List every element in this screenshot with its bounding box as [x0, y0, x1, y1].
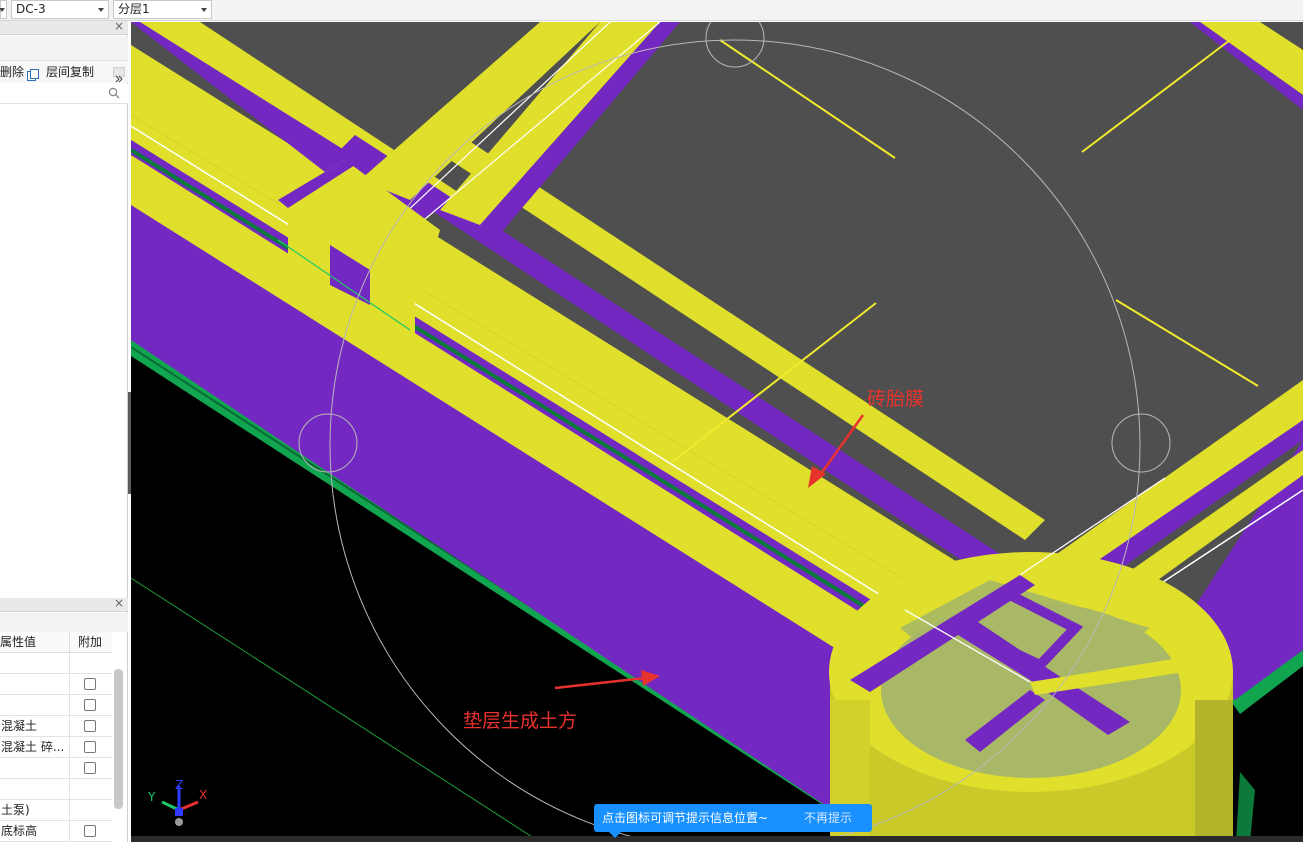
left-panel: × 删除 层间复制 × 属性值 附加 混凝土 混凝土 碎... 土泵) 底标高: [0, 19, 128, 842]
axis-x-label: X: [199, 788, 208, 802]
axis-z-label: Z: [175, 778, 184, 792]
column-divider: [69, 632, 70, 653]
component-list: [0, 105, 126, 595]
property-table-header: 属性值 附加: [0, 632, 112, 653]
layer-combo-value: 分层1: [118, 2, 150, 16]
table-row[interactable]: 土泵): [0, 800, 112, 821]
column-header-extra: 附加: [78, 635, 103, 649]
component-combo-value: DC-3: [16, 2, 46, 16]
3d-viewport[interactable]: Y Z X: [131, 22, 1303, 842]
extra-cell: [69, 737, 112, 757]
panel-tab-strip: [0, 36, 128, 61]
property-panel-strip: [0, 613, 128, 632]
component-panel-header: ×: [0, 19, 128, 35]
property-value: 混凝土 碎...: [1, 740, 65, 754]
property-value: [0, 695, 68, 715]
table-row[interactable]: [0, 758, 112, 779]
extra-cell: [69, 695, 112, 715]
layer-combo[interactable]: 分层1: [113, 0, 212, 19]
extra-checkbox[interactable]: [84, 762, 96, 774]
hint-message[interactable]: 点击图标可调节提示信息位置~: [602, 804, 768, 832]
combo-partial[interactable]: [0, 0, 7, 19]
table-row[interactable]: [0, 695, 112, 716]
property-value: 混凝土: [1, 719, 38, 733]
extra-cell: [69, 758, 112, 778]
scene-svg: [131, 22, 1303, 842]
top-toolbar: DC-3 分层1: [0, 0, 1303, 21]
extra-cell: [69, 821, 112, 841]
table-row[interactable]: [0, 674, 112, 695]
property-value: 底标高: [1, 824, 38, 838]
extra-checkbox[interactable]: [84, 720, 96, 732]
column-header-value: 属性值: [0, 635, 37, 649]
close-icon[interactable]: ×: [114, 596, 124, 610]
property-scrollbar[interactable]: [114, 669, 123, 809]
extra-checkbox[interactable]: [84, 825, 96, 837]
dismiss-hint-button[interactable]: 不再提示: [804, 804, 852, 832]
property-table: 混凝土 混凝土 碎... 土泵) 底标高: [0, 653, 112, 842]
table-row[interactable]: [0, 779, 112, 800]
property-value: [0, 674, 68, 694]
extra-cell: [69, 674, 112, 694]
search-icon[interactable]: [108, 87, 120, 102]
property-panel-header: ×: [0, 596, 128, 612]
extra-checkbox[interactable]: [84, 678, 96, 690]
property-value: 土泵): [1, 803, 30, 817]
annotation-brick-formwork: 砖胎膜: [867, 388, 925, 410]
extra-checkbox[interactable]: [84, 699, 96, 711]
chevron-down-icon: [201, 8, 207, 12]
layer-copy-icon[interactable]: [27, 66, 40, 81]
property-value: [0, 758, 68, 778]
table-row[interactable]: 混凝土 碎...: [0, 737, 112, 758]
extra-cell: [69, 716, 112, 736]
layer-copy-button[interactable]: 层间复制: [46, 61, 94, 83]
extra-cell: [69, 779, 112, 799]
property-value: [0, 779, 68, 799]
extra-cell: [69, 653, 112, 673]
more-icon[interactable]: [113, 67, 125, 83]
extra-cell: [69, 800, 112, 820]
annotation-cushion-earthwork: 垫层生成土方: [463, 710, 578, 732]
component-search-input[interactable]: [0, 84, 128, 104]
table-row[interactable]: 底标高: [0, 821, 112, 842]
tooltip-pointer-icon: [609, 832, 621, 838]
table-row[interactable]: 混凝土: [0, 716, 112, 737]
delete-button[interactable]: 删除: [0, 61, 24, 83]
axis-y-label: Y: [148, 790, 156, 804]
table-row[interactable]: [0, 653, 112, 674]
close-icon[interactable]: ×: [114, 19, 124, 33]
status-strip: [131, 836, 1303, 842]
component-combo[interactable]: DC-3: [11, 0, 109, 19]
property-value: [0, 653, 68, 673]
hint-tooltip[interactable]: 点击图标可调节提示信息位置~ 不再提示: [594, 804, 872, 838]
chevron-down-icon: [98, 8, 104, 12]
extra-checkbox[interactable]: [84, 741, 96, 753]
component-toolbar: 删除 层间复制: [0, 61, 128, 83]
